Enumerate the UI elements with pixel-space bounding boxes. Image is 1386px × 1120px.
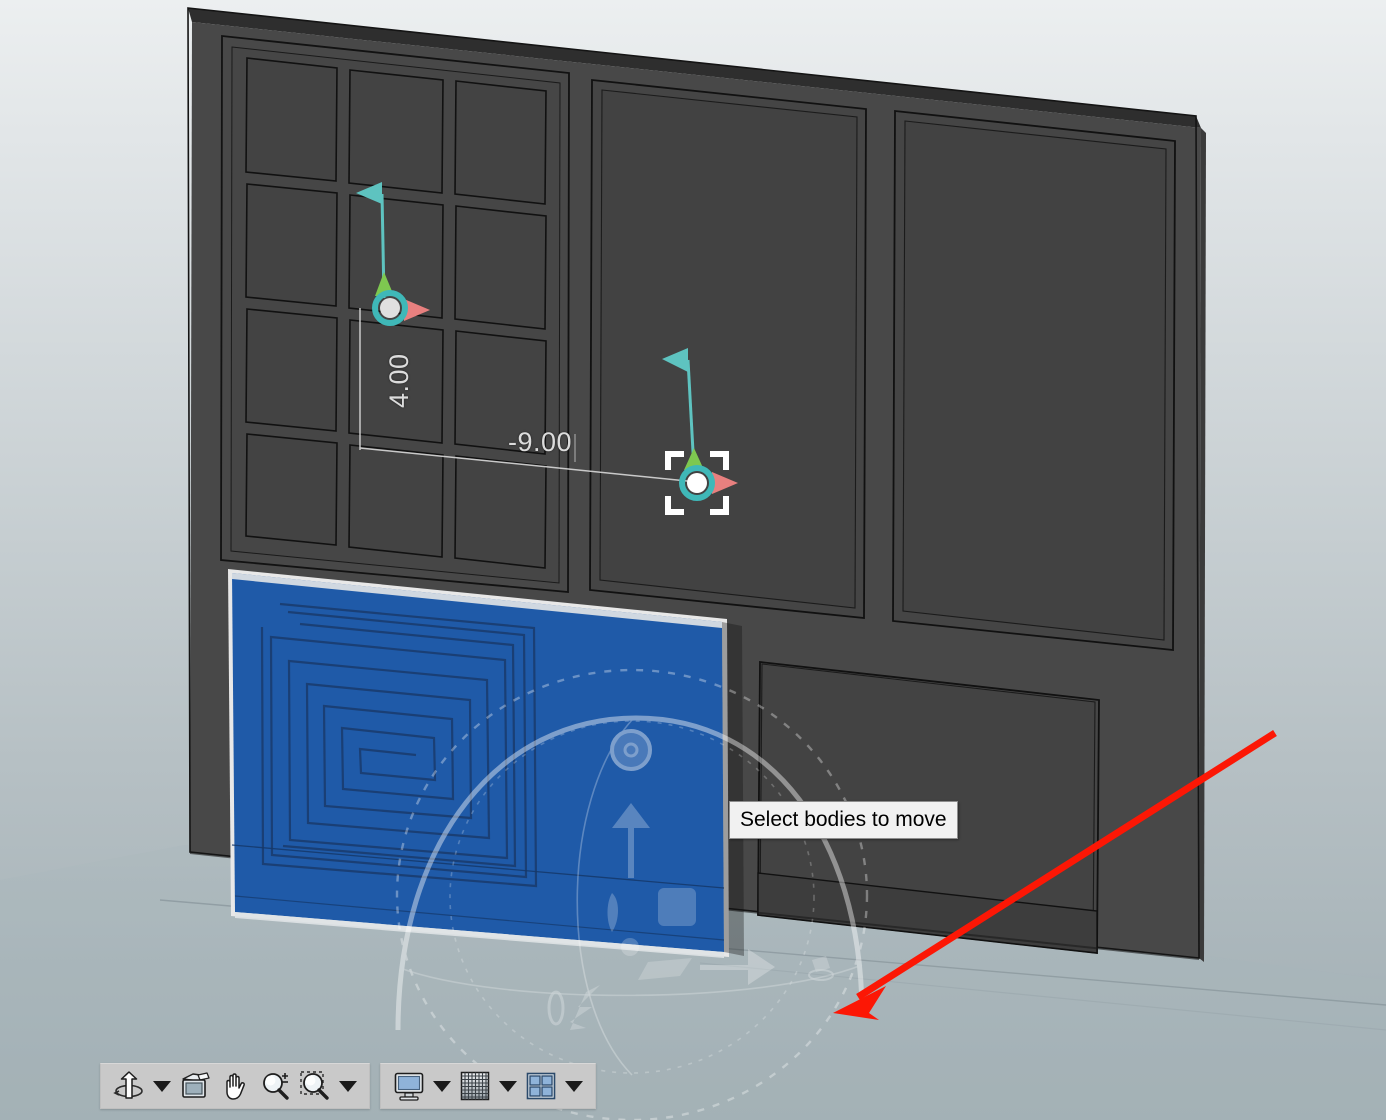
zoom-in-icon[interactable] [255,1066,295,1106]
magnifier-area-icon [300,1071,329,1100]
chevron-down-icon [565,1080,583,1092]
display-style-group[interactable] [380,1063,596,1109]
zoom-dropdown[interactable] [335,1066,361,1106]
chevron-down-icon [433,1080,451,1092]
chevron-down-icon [153,1080,171,1092]
four-pane-icon [526,1072,556,1100]
pan-icon[interactable] [215,1066,255,1106]
display-style-dropdown[interactable] [429,1066,455,1106]
view-layout-dropdown[interactable] [561,1066,587,1106]
magnifier-plus-icon [263,1073,289,1100]
datum-display-dropdown[interactable] [495,1066,521,1106]
zoom-area-icon[interactable] [295,1066,335,1106]
saved-views-icon[interactable] [175,1066,215,1106]
annotation-arrow [833,730,1277,1020]
monitor-icon [394,1072,424,1101]
chevron-down-icon [339,1080,357,1092]
spin-center-icon[interactable] [109,1066,149,1106]
hand-icon [226,1073,245,1100]
saved-views-icon [182,1072,210,1098]
chevron-down-icon [499,1080,517,1092]
datum-display-icon[interactable] [455,1066,495,1106]
spin-center-dropdown[interactable] [149,1066,175,1106]
view-layout-icon[interactable] [521,1066,561,1106]
grid-icon [460,1071,490,1101]
annotation-layer [833,730,1277,1020]
display-style-icon[interactable] [389,1066,429,1106]
view-navigation-group[interactable] [100,1063,370,1109]
spin-icon [113,1071,143,1099]
3d-viewport[interactable]: 4.00 -9.00 Select bodies to move [0,0,1386,1120]
